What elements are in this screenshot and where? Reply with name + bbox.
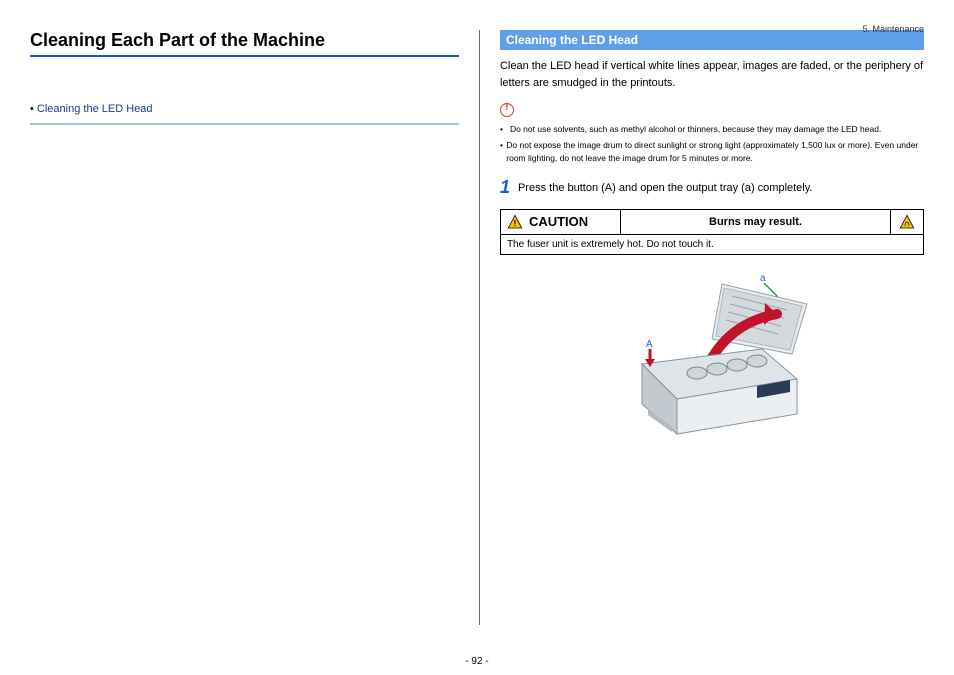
diagram-label-A: A bbox=[646, 339, 653, 350]
toc-underline bbox=[30, 123, 459, 125]
caution-box: ! CAUTION Burns may result. The fuser un… bbox=[500, 209, 924, 255]
page-number: - 92 - bbox=[0, 656, 954, 667]
intro-paragraph: Clean the LED head if vertical white lin… bbox=[500, 58, 924, 91]
step-number: 1 bbox=[500, 178, 510, 196]
warning-list: Do not use solvents, such as methyl alco… bbox=[500, 123, 924, 164]
caution-message: Burns may result. bbox=[621, 210, 890, 234]
section-heading: Cleaning the LED Head bbox=[500, 30, 924, 50]
manual-page: 5. Maintenance Cleaning Each Part of the… bbox=[0, 0, 954, 675]
left-column: Cleaning Each Part of the Machine Cleani… bbox=[30, 30, 479, 625]
diagram-label-a: a bbox=[760, 273, 766, 284]
warning-item: Do not use solvents, such as methyl alco… bbox=[500, 123, 924, 136]
step-1: 1 Press the button (A) and open the outp… bbox=[500, 178, 924, 197]
title-underline bbox=[30, 55, 459, 57]
right-column: Cleaning the LED Head Clean the LED head… bbox=[480, 30, 924, 625]
warning-triangle-icon bbox=[899, 214, 915, 230]
page-title: Cleaning Each Part of the Machine bbox=[30, 30, 459, 51]
caution-body: The fuser unit is extremely hot. Do not … bbox=[501, 235, 923, 254]
alert-icon bbox=[500, 101, 924, 119]
caution-label-cell: ! CAUTION bbox=[501, 210, 621, 234]
warning-item: Do not expose the image drum to direct s… bbox=[500, 139, 924, 165]
toc-link[interactable]: Cleaning the LED Head bbox=[30, 103, 459, 115]
warning-triangle-icon: ! bbox=[507, 214, 523, 230]
printer-diagram: a bbox=[582, 269, 842, 449]
caution-icon-cell bbox=[890, 210, 923, 234]
step-text: Press the button (A) and open the output… bbox=[518, 178, 813, 197]
two-column-layout: Cleaning Each Part of the Machine Cleani… bbox=[30, 30, 924, 625]
svg-text:!: ! bbox=[514, 218, 517, 228]
caution-word: CAUTION bbox=[529, 214, 588, 229]
breadcrumb: 5. Maintenance bbox=[862, 24, 924, 34]
